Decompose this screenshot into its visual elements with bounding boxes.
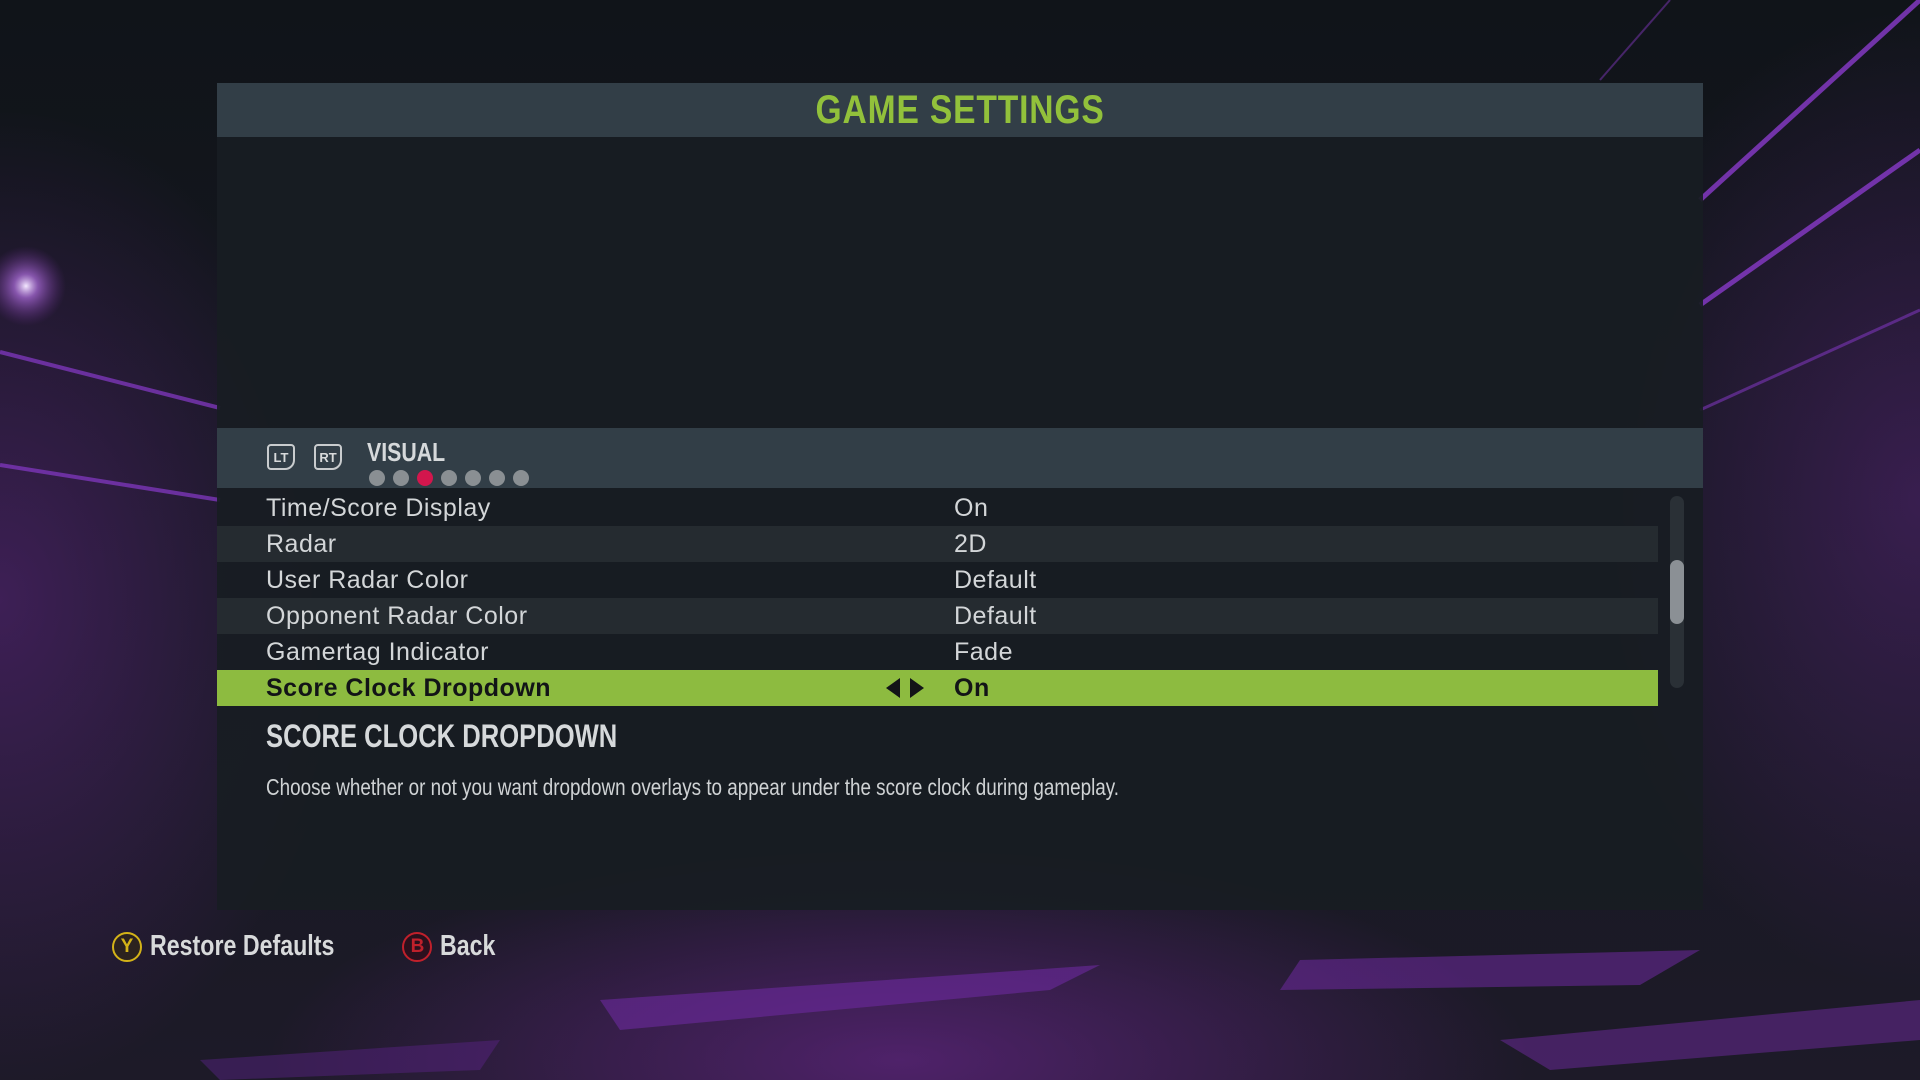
setting-label: Radar bbox=[266, 529, 337, 558]
setting-value: On bbox=[954, 673, 990, 702]
page-dot bbox=[393, 470, 409, 486]
setting-label: Time/Score Display bbox=[266, 493, 491, 522]
settings-panel: GAME SETTINGS LT RT VISUAL Time/Score Di… bbox=[217, 83, 1703, 910]
arrow-right-icon[interactable] bbox=[910, 678, 924, 698]
tab-bar: LT RT VISUAL bbox=[217, 428, 1703, 488]
page-dot-active bbox=[417, 470, 433, 486]
back-label: Back bbox=[440, 930, 496, 962]
page-title: GAME SETTINGS bbox=[815, 87, 1105, 132]
setting-row-score-clock-dropdown[interactable]: Score Clock Dropdown On bbox=[217, 670, 1658, 706]
setting-row-opponent-radar-color[interactable]: Opponent Radar Color Default bbox=[217, 598, 1658, 634]
setting-row-user-radar-color[interactable]: User Radar Color Default bbox=[217, 562, 1658, 598]
setting-label: Score Clock Dropdown bbox=[266, 673, 552, 702]
footer-hints: Y Restore Defaults B Back bbox=[112, 930, 532, 963]
title-bar: GAME SETTINGS bbox=[217, 83, 1703, 137]
setting-value: 2D bbox=[954, 529, 987, 558]
page-dot bbox=[465, 470, 481, 486]
page-indicator bbox=[369, 470, 529, 486]
setting-value: Default bbox=[954, 565, 1037, 594]
page-dot bbox=[441, 470, 457, 486]
scrollbar[interactable] bbox=[1670, 496, 1684, 688]
setting-row-gamertag-indicator[interactable]: Gamertag Indicator Fade bbox=[217, 634, 1658, 670]
back-button[interactable]: B Back bbox=[402, 930, 509, 963]
setting-row-radar[interactable]: Radar 2D bbox=[217, 526, 1658, 562]
arrow-left-icon[interactable] bbox=[886, 678, 900, 698]
setting-label: Opponent Radar Color bbox=[266, 601, 528, 630]
y-button-icon: Y bbox=[112, 931, 142, 962]
restore-defaults-button[interactable]: Y Restore Defaults bbox=[112, 930, 380, 963]
restore-defaults-label: Restore Defaults bbox=[150, 930, 335, 962]
tab-current-label: VISUAL bbox=[367, 437, 446, 467]
setting-value: On bbox=[954, 493, 989, 522]
setting-row-time-score-display[interactable]: Time/Score Display On bbox=[217, 490, 1658, 526]
lt-trigger-icon[interactable]: LT bbox=[267, 444, 295, 470]
page-dot bbox=[513, 470, 529, 486]
setting-label: User Radar Color bbox=[266, 565, 469, 594]
setting-value: Default bbox=[954, 601, 1037, 630]
page-dot bbox=[489, 470, 505, 486]
setting-value: Fade bbox=[954, 637, 1013, 666]
description-text: Choose whether or not you want dropdown … bbox=[266, 774, 1120, 800]
page-dot bbox=[369, 470, 385, 486]
value-selector[interactable] bbox=[886, 678, 924, 698]
b-button-icon: B bbox=[402, 931, 433, 962]
settings-list: Time/Score Display On Radar 2D User Rada… bbox=[217, 490, 1658, 706]
rt-trigger-icon[interactable]: RT bbox=[314, 444, 342, 470]
description-title: SCORE CLOCK DROPDOWN bbox=[266, 718, 618, 754]
setting-label: Gamertag Indicator bbox=[266, 637, 489, 666]
scrollbar-thumb[interactable] bbox=[1670, 560, 1684, 624]
